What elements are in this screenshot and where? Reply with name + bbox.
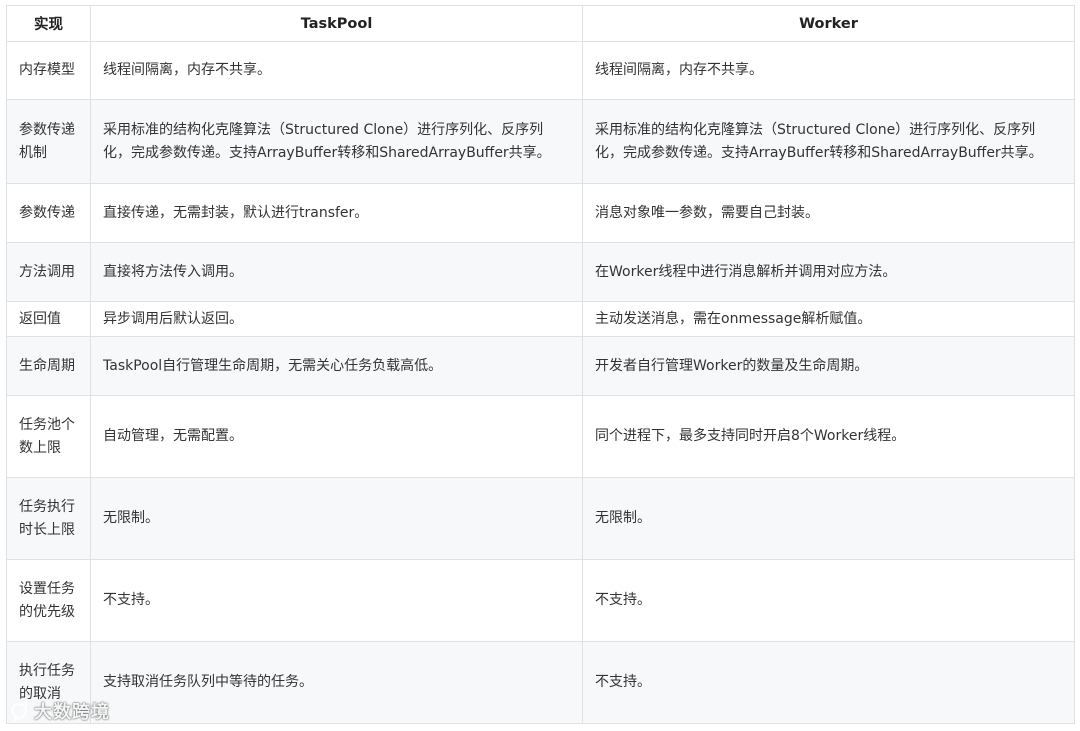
taskpool-cell: 无限制。 [90,477,583,560]
taskpool-cell: 不支持。 [90,559,583,642]
table-row: 生命周期 TaskPool自行管理生命周期，无需关心任务负载高低。 开发者自行管… [6,336,1075,396]
row-feature: 任务池个数上限 [6,395,91,478]
header-feature: 实现 [6,5,91,42]
taskpool-cell: 异步调用后默认返回。 [90,301,583,337]
row-feature: 设置任务的优先级 [6,559,91,642]
taskpool-cell: 直接将方法传入调用。 [90,242,583,302]
worker-cell: 采用标准的结构化克隆算法（Structured Clone）进行序列化、反序列化… [582,99,1075,184]
table-row: 任务池个数上限 自动管理，无需配置。 同个进程下，最多支持同时开启8个Worke… [6,395,1075,478]
worker-cell: 不支持。 [582,641,1075,724]
taskpool-cell: 支持取消任务队列中等待的任务。 [90,641,583,724]
worker-cell: 开发者自行管理Worker的数量及生命周期。 [582,336,1075,396]
comparison-table: 实现 TaskPool Worker 内存模型 线程间隔离，内存不共享。 线程间… [6,5,1075,724]
table-header-row: 实现 TaskPool Worker [6,5,1075,42]
table-row: 内存模型 线程间隔离，内存不共享。 线程间隔离，内存不共享。 [6,41,1075,100]
watermark-text: 大数跨境 [34,702,110,723]
header-worker: Worker [582,5,1075,42]
worker-cell: 不支持。 [582,559,1075,642]
row-feature: 方法调用 [6,242,91,302]
row-feature: 内存模型 [6,41,91,100]
worker-cell: 主动发送消息，需在onmessage解析赋值。 [582,301,1075,337]
table-row: 任务执行时长上限 无限制。 无限制。 [6,477,1075,560]
worker-cell: 同个进程下，最多支持同时开启8个Worker线程。 [582,395,1075,478]
table-row: 执行任务的取消 支持取消任务队列中等待的任务。 不支持。 [6,641,1075,724]
row-feature: 参数传递 [6,183,91,243]
worker-cell: 线程间隔离，内存不共享。 [582,41,1075,100]
row-feature: 任务执行时长上限 [6,477,91,560]
taskpool-cell: 直接传递，无需封装，默认进行transfer。 [90,183,583,243]
row-feature: 返回值 [6,301,91,337]
table-row: 参数传递 直接传递，无需封装，默认进行transfer。 消息对象唯一参数，需要… [6,183,1075,243]
table-row: 方法调用 直接将方法传入调用。 在Worker线程中进行消息解析并调用对应方法。 [6,242,1075,302]
worker-cell: 消息对象唯一参数，需要自己封装。 [582,183,1075,243]
row-feature: 参数传递机制 [6,99,91,184]
row-feature: 生命周期 [6,336,91,396]
watermark-logo-icon [8,700,30,722]
table-row: 设置任务的优先级 不支持。 不支持。 [6,559,1075,642]
taskpool-cell: TaskPool自行管理生命周期，无需关心任务负载高低。 [90,336,583,396]
table-row: 返回值 异步调用后默认返回。 主动发送消息，需在onmessage解析赋值。 [6,301,1075,337]
taskpool-cell: 采用标准的结构化克隆算法（Structured Clone）进行序列化、反序列化… [90,99,583,184]
worker-cell: 无限制。 [582,477,1075,560]
watermark: 大数跨境 [8,700,110,723]
table-row: 参数传递机制 采用标准的结构化克隆算法（Structured Clone）进行序… [6,99,1075,184]
taskpool-cell: 线程间隔离，内存不共享。 [90,41,583,100]
worker-cell: 在Worker线程中进行消息解析并调用对应方法。 [582,242,1075,302]
header-taskpool: TaskPool [90,5,583,42]
taskpool-cell: 自动管理，无需配置。 [90,395,583,478]
